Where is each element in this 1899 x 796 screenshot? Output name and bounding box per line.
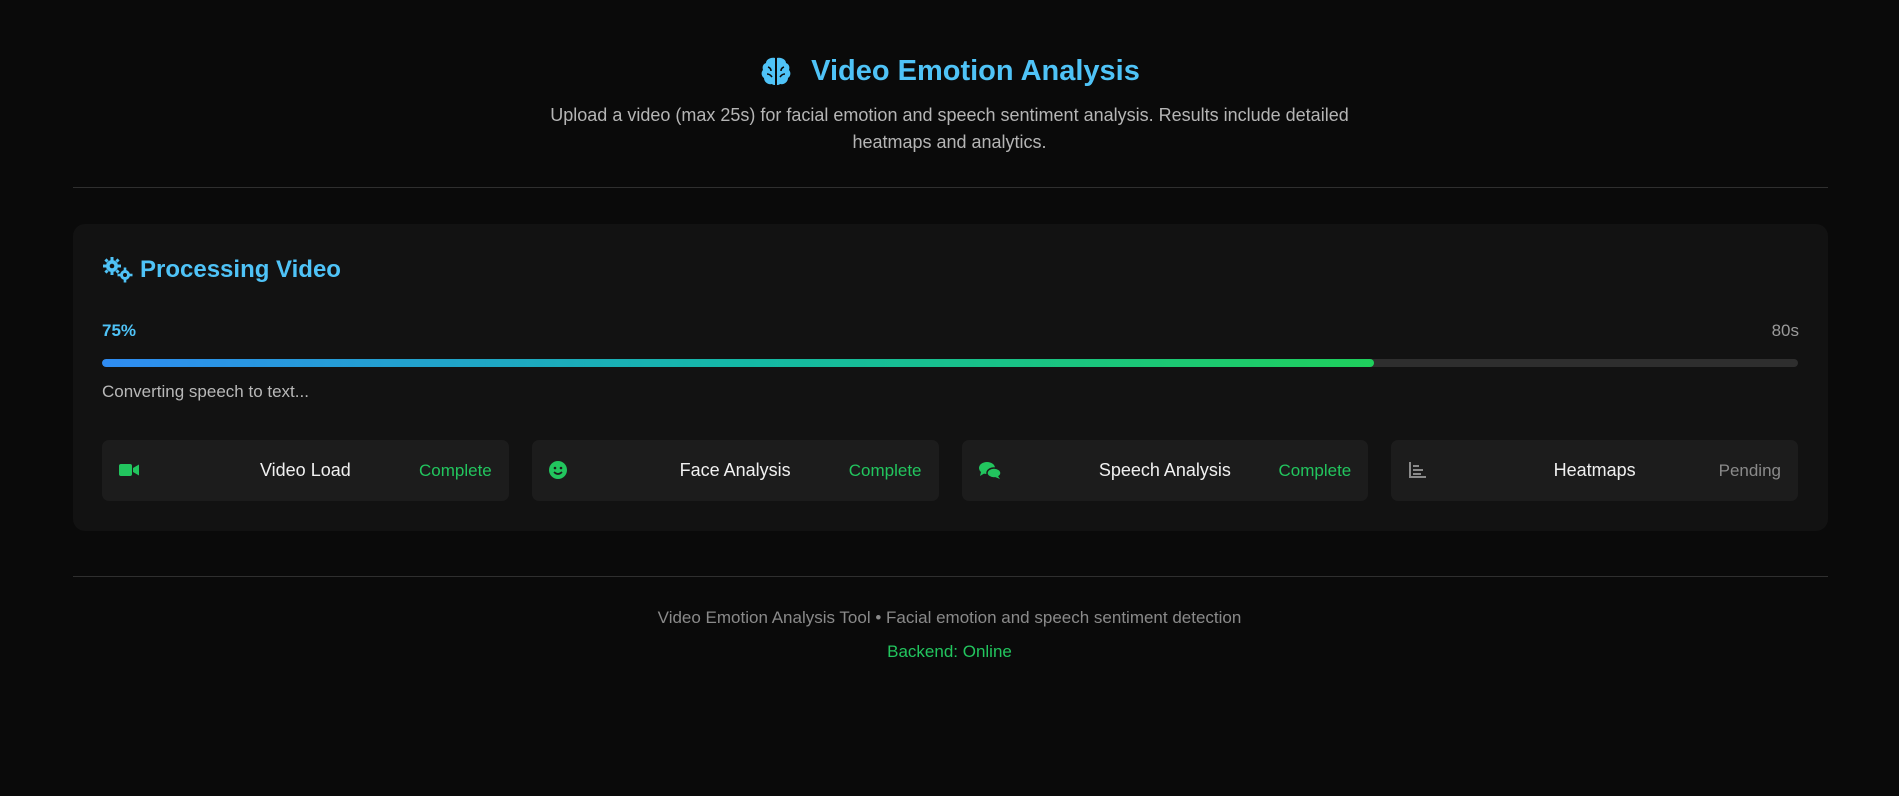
- processing-status: Converting speech to text...: [102, 382, 309, 401]
- step-status: Complete: [848, 460, 922, 480]
- gears-icon: [102, 256, 134, 284]
- step-heatmaps: Heatmaps Pending: [1391, 440, 1798, 501]
- step-status: Complete: [1278, 460, 1352, 480]
- elapsed-time: 80s: [1771, 321, 1799, 340]
- page-footer: Video Emotion Analysis Tool • Facial emo…: [0, 608, 1899, 662]
- progress-percent: 75%: [102, 321, 137, 340]
- app-page: Video Emotion Analysis Upload a video (m…: [0, 0, 1899, 796]
- step-list: Video Load Complete Face Analysis Comple…: [102, 440, 1798, 501]
- brain-icon: [759, 54, 793, 88]
- backend-status: Backend: Online: [887, 642, 1012, 661]
- step-status: Complete: [418, 460, 492, 480]
- progress-bar: [102, 359, 1798, 367]
- step-video-load: Video Load Complete: [102, 440, 509, 501]
- footer-text: Video Emotion Analysis Tool • Facial emo…: [657, 608, 1242, 627]
- page-header: Video Emotion Analysis Upload a video (m…: [0, 48, 1899, 156]
- step-status: Pending: [1718, 460, 1781, 480]
- progress-bar-fill: [102, 359, 1374, 367]
- footer-divider: [73, 576, 1828, 577]
- header-divider: [73, 187, 1828, 188]
- page-subtitle: Upload a video (max 25s) for facial emot…: [550, 105, 1349, 152]
- step-speech-analysis: Speech Analysis Complete: [961, 440, 1369, 501]
- processing-title-label: Processing Video: [140, 256, 341, 283]
- step-face-analysis: Face Analysis Complete: [531, 440, 939, 501]
- page-title: Video Emotion Analysis: [811, 54, 1140, 87]
- processing-title: Processing Video: [102, 256, 341, 284]
- title-row: Video Emotion Analysis: [0, 48, 1899, 94]
- processing-card: Processing Video 75% 80s Converting spee…: [73, 224, 1828, 531]
